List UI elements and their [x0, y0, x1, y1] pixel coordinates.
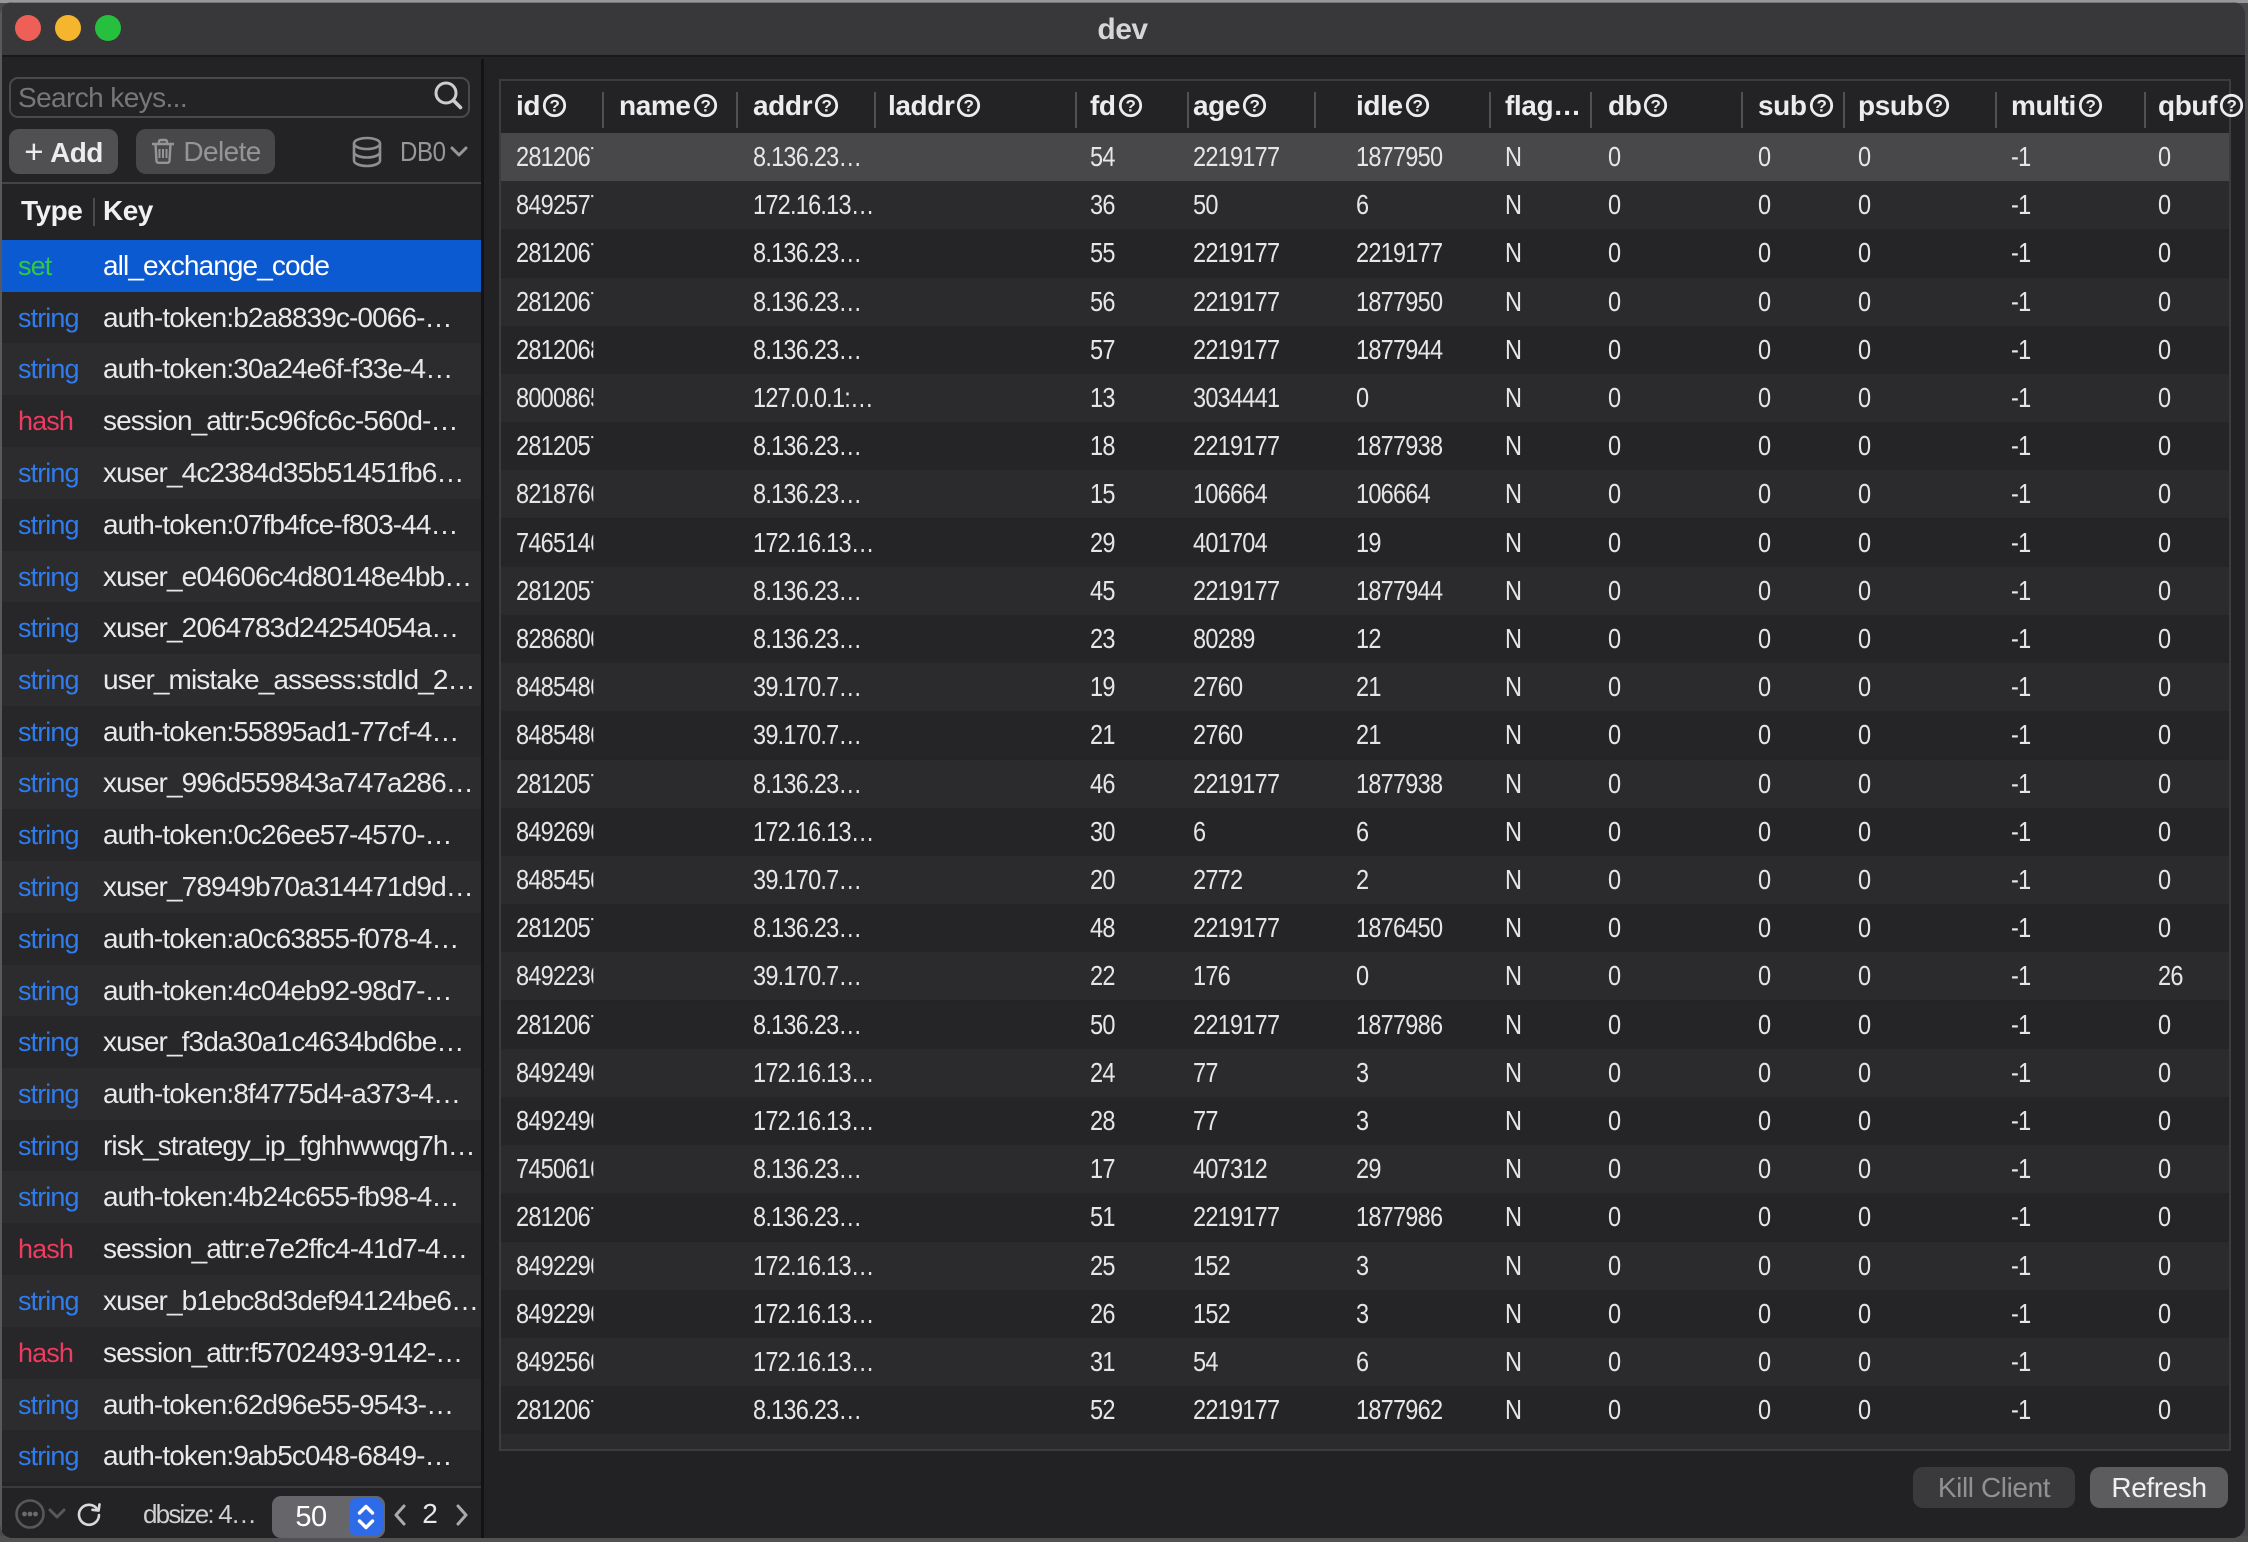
- svg-text:?: ?: [2227, 97, 2237, 116]
- svg-text:?: ?: [1651, 97, 1661, 116]
- svg-text:?: ?: [1933, 97, 1943, 116]
- svg-text:?: ?: [964, 97, 974, 116]
- svg-text:?: ?: [1125, 97, 1135, 116]
- svg-text:?: ?: [550, 97, 560, 116]
- svg-text:?: ?: [2085, 97, 2095, 116]
- svg-text:?: ?: [700, 97, 710, 116]
- svg-text:?: ?: [1250, 97, 1260, 116]
- svg-text:?: ?: [822, 97, 832, 116]
- svg-text:?: ?: [1412, 97, 1422, 116]
- svg-text:?: ?: [1816, 97, 1826, 116]
